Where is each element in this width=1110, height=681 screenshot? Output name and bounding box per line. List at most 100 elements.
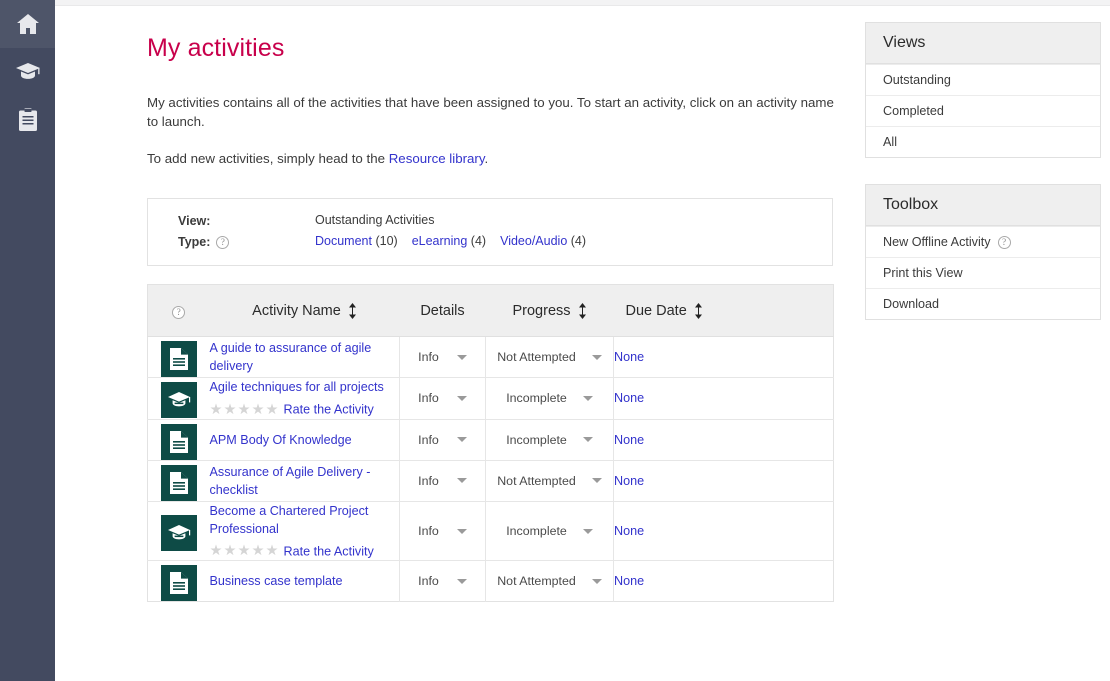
activity-name-link[interactable]: Become a Chartered Project Professional bbox=[210, 504, 369, 536]
type-help-icon[interactable]: ? bbox=[216, 235, 230, 249]
sidebar-item-home[interactable] bbox=[0, 0, 55, 48]
activity-name-link[interactable]: APM Body Of Knowledge bbox=[210, 433, 352, 447]
type-filter-links: Document (10) eLearning (4) Video/Audio … bbox=[315, 234, 586, 248]
activity-name-link[interactable]: Assurance of Agile Delivery - checklist bbox=[210, 465, 371, 497]
due-date-link[interactable]: None bbox=[614, 474, 644, 488]
progress-dropdown-caret-icon[interactable] bbox=[591, 354, 602, 360]
due-date-link[interactable]: None bbox=[614, 524, 644, 538]
rating-row: ★★★★★ Rate the Activity bbox=[210, 542, 400, 561]
due-date-link[interactable]: None bbox=[614, 574, 644, 588]
activity-details-cell: Info bbox=[399, 377, 486, 420]
star-rating[interactable]: ★★★★★ bbox=[210, 542, 280, 560]
clipboard-icon bbox=[18, 108, 38, 132]
col-header-activity-name-label: Activity Name bbox=[252, 302, 341, 319]
activity-name-cell: APM Body Of Knowledge bbox=[209, 418, 400, 461]
toolbox-item-label: Print this View bbox=[883, 266, 963, 280]
progress-value: Not Attempted bbox=[497, 574, 576, 589]
due-date-link[interactable]: None bbox=[614, 350, 644, 364]
due-date-link[interactable]: None bbox=[614, 433, 644, 447]
type-label-text: Type: bbox=[178, 235, 211, 249]
progress-dropdown-caret-icon[interactable] bbox=[591, 478, 602, 484]
col-header-details: Details bbox=[399, 284, 486, 337]
col-header-due-date: Due Date bbox=[613, 284, 834, 337]
details-dropdown-caret-icon[interactable] bbox=[456, 578, 467, 584]
details-value: Info bbox=[418, 432, 439, 447]
graduation-cap-icon bbox=[15, 62, 41, 82]
app-root: My activities My activities contains all… bbox=[0, 0, 1110, 681]
details-value: Info bbox=[418, 524, 439, 539]
type-label: Type: ? bbox=[178, 234, 315, 249]
sort-activity-name-icon[interactable] bbox=[348, 303, 357, 319]
table-header-row: ? Activity Name Details Progress Due Dat… bbox=[147, 284, 834, 337]
due-date-link[interactable]: None bbox=[614, 391, 644, 405]
details-dropdown-caret-icon[interactable] bbox=[456, 478, 467, 484]
table-help-icon[interactable]: ? bbox=[172, 305, 186, 319]
views-item-label: All bbox=[883, 135, 897, 149]
table-row: Agile techniques for all projects ★★★★★ Ra… bbox=[147, 377, 834, 420]
activity-due-date-cell: None bbox=[613, 560, 834, 602]
details-dropdown-caret-icon[interactable] bbox=[456, 395, 467, 401]
toolbox-item-download[interactable]: Download bbox=[866, 288, 1100, 319]
activity-due-date-cell: None bbox=[613, 459, 834, 502]
progress-dropdown-caret-icon[interactable] bbox=[591, 578, 602, 584]
details-dropdown-caret-icon[interactable] bbox=[456, 437, 467, 443]
activity-progress-cell: Incomplete bbox=[485, 500, 614, 561]
document-type-icon bbox=[160, 464, 197, 501]
star-3[interactable]: ★ bbox=[238, 402, 252, 418]
details-value: Info bbox=[418, 391, 439, 406]
activity-name-link[interactable]: A guide to assurance of agile delivery bbox=[210, 341, 372, 373]
activity-progress-cell: Incomplete bbox=[485, 418, 614, 461]
col-header-activity-name: Activity Name bbox=[209, 284, 400, 337]
star-rating[interactable]: ★★★★★ bbox=[210, 401, 280, 419]
sidebar-item-learning[interactable] bbox=[0, 48, 55, 96]
activity-name-link[interactable]: Agile techniques for all projects bbox=[210, 380, 384, 394]
star-1[interactable]: ★ bbox=[210, 543, 224, 559]
rate-the-activity-link[interactable]: Rate the Activity bbox=[284, 544, 374, 558]
rate-the-activity-link[interactable]: Rate the Activity bbox=[284, 403, 374, 417]
resource-library-link[interactable]: Resource library bbox=[389, 151, 485, 166]
page-title: My activities bbox=[147, 34, 285, 62]
star-4[interactable]: ★ bbox=[252, 402, 266, 418]
details-dropdown-caret-icon[interactable] bbox=[456, 354, 467, 360]
main-content: My activities My activities contains all… bbox=[55, 6, 1110, 681]
type-link-label[interactable]: eLearning bbox=[412, 234, 468, 248]
type-link-count: (4) bbox=[570, 234, 587, 248]
activity-due-date-cell: None bbox=[613, 500, 834, 561]
details-dropdown-caret-icon[interactable] bbox=[456, 528, 467, 534]
star-1[interactable]: ★ bbox=[210, 402, 224, 418]
sort-due-date-icon[interactable] bbox=[694, 303, 703, 319]
activity-type-cell bbox=[147, 418, 210, 461]
activity-details-cell: Info bbox=[399, 418, 486, 461]
elearning-type-icon bbox=[160, 515, 197, 552]
intro-2-after: . bbox=[484, 151, 489, 166]
type-link-label[interactable]: Document bbox=[315, 234, 372, 248]
sort-progress-icon[interactable] bbox=[578, 303, 587, 319]
views-item-outstanding[interactable]: Outstanding bbox=[866, 64, 1100, 95]
views-item-all[interactable]: All bbox=[866, 126, 1100, 157]
progress-dropdown-caret-icon[interactable] bbox=[582, 437, 593, 443]
progress-value: Incomplete bbox=[506, 391, 567, 406]
toolbox-item-new-offline-activity[interactable]: New Offline Activity ? bbox=[866, 226, 1100, 257]
activity-name-link[interactable]: Business case template bbox=[210, 574, 343, 588]
details-value: Info bbox=[418, 473, 439, 488]
star-2[interactable]: ★ bbox=[224, 543, 238, 559]
type-link-count: (10) bbox=[375, 234, 398, 248]
star-4[interactable]: ★ bbox=[252, 543, 266, 559]
star-2[interactable]: ★ bbox=[224, 402, 238, 418]
view-label-text: View: bbox=[178, 214, 211, 228]
progress-dropdown-caret-icon[interactable] bbox=[582, 395, 593, 401]
type-filter-elearning: eLearning (4) bbox=[412, 234, 486, 248]
star-3[interactable]: ★ bbox=[238, 543, 252, 559]
toolbox-item-print-this-view[interactable]: Print this View bbox=[866, 257, 1100, 288]
star-5[interactable]: ★ bbox=[266, 402, 280, 418]
star-5[interactable]: ★ bbox=[266, 543, 280, 559]
type-link-label[interactable]: Video/Audio bbox=[500, 234, 567, 248]
sidebar-item-activities[interactable] bbox=[0, 96, 55, 144]
details-value: Info bbox=[418, 350, 439, 364]
views-item-completed[interactable]: Completed bbox=[866, 95, 1100, 126]
new-offline-activity-help-icon[interactable]: ? bbox=[997, 235, 1011, 249]
page-intro-1: My activities contains all of the activi… bbox=[147, 95, 834, 129]
progress-dropdown-caret-icon[interactable] bbox=[582, 528, 593, 534]
table-row: A guide to assurance of agile delivery In… bbox=[148, 336, 834, 378]
filter-summary-box: View: Outstanding Activities Type: ? Doc… bbox=[147, 198, 833, 266]
